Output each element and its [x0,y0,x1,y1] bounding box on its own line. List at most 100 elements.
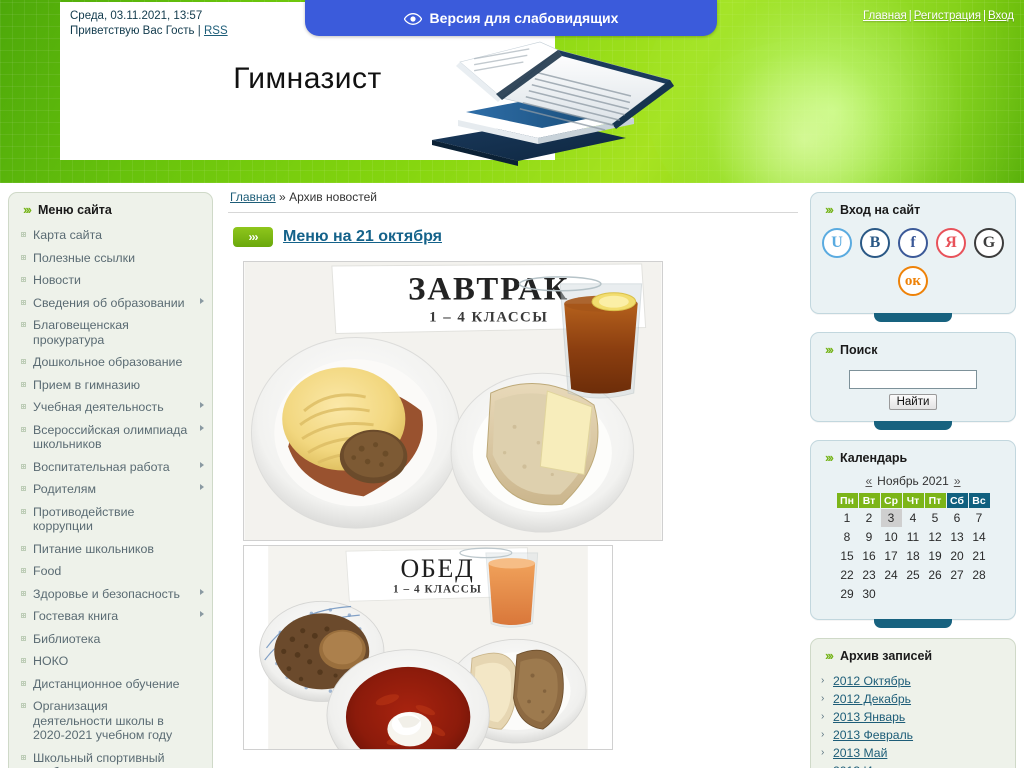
post-header: ››› Меню на 21 октября [225,227,800,261]
sidebar-item-label: Сведения об образовании [33,295,185,310]
facebook-icon[interactable]: f [898,228,928,258]
block-title-label: Календарь [840,450,908,465]
sidebar-item-10[interactable]: Воспитательная работа [17,456,206,479]
calendar-prev-button[interactable]: « [865,474,872,488]
greeting-prefix: Приветствую Вас [70,25,163,37]
calendar-day-1[interactable]: 1 [837,509,858,527]
calendar-day-23[interactable]: 23 [859,566,880,584]
search-input[interactable] [849,370,977,389]
calendar-day-30[interactable]: 30 [859,585,880,603]
calendar-day-7[interactable]: 7 [969,509,990,527]
archive-item-link[interactable]: 2013 Май [833,746,887,760]
nav-link-register[interactable]: Регистрация [914,10,981,22]
archive-item-link[interactable]: 2013 Июль [833,764,895,768]
calendar-day-22[interactable]: 22 [837,566,858,584]
calendar-day-15[interactable]: 15 [837,547,858,565]
sidebar-item-15[interactable]: Здоровье и безопасность [17,583,206,606]
sidebar-item-18[interactable]: НОКО [17,650,206,673]
block-login: ››› Вход на сайт U B f Я G ок [810,192,1016,322]
social-login-row-1: U B f Я G [811,224,1015,258]
calendar-next-button[interactable]: » [954,474,961,488]
rss-link[interactable]: RSS [204,25,228,37]
breadcrumb-current: Архив новостей [289,190,377,204]
sidebar-item-label: Противодействие коррупции [33,504,135,534]
sidebar-item-1[interactable]: Карта сайта [17,224,206,247]
yandex-icon[interactable]: Я [936,228,966,258]
sidebar-item-3[interactable]: Новости [17,269,206,292]
calendar-day-20[interactable]: 20 [947,547,968,565]
calendar-day-6[interactable]: 6 [947,509,968,527]
sidebar-item-11[interactable]: Родителям [17,478,206,501]
content-divider [228,212,798,213]
sidebar-item-19[interactable]: Дистанционное обучение [17,673,206,696]
odnoklassniki-icon[interactable]: ок [898,266,928,296]
calendar-day-29[interactable]: 29 [837,585,858,603]
uid-icon[interactable]: U [822,228,852,258]
archive-item-link[interactable]: 2013 Январь [833,710,905,724]
sidebar-item-20[interactable]: Организация деятельности школы в 2020-20… [17,695,206,747]
post-photo-lunch[interactable]: ОБЕД 1 – 4 КЛАССЫ [243,545,613,750]
calendar-day-11[interactable]: 11 [903,528,924,546]
sidebar-item-6[interactable]: Дошкольное образование [17,351,206,374]
calendar-day-24[interactable]: 24 [881,566,902,584]
calendar-day-10[interactable]: 10 [881,528,902,546]
sidebar-item-9[interactable]: Всероссийская олимпиада школьников [17,419,206,456]
sidebar-item-2[interactable]: Полезные ссылки [17,247,206,270]
block-title-label: Меню сайта [38,202,112,217]
bullet-icon [21,359,26,364]
calendar-day-4[interactable]: 4 [903,509,924,527]
sidebar-item-4[interactable]: Сведения об образовании [17,292,206,315]
main-content: Главная » Архив новостей ››› Меню на 21 … [225,185,800,750]
calendar-day-27[interactable]: 27 [947,566,968,584]
sidebar-item-17[interactable]: Библиотека [17,628,206,651]
block-bottom-tab-decoration [874,421,952,430]
calendar-day-25[interactable]: 25 [903,566,924,584]
bullet-icon [21,404,26,409]
calendar-day-12[interactable]: 12 [925,528,946,546]
calendar-day-3[interactable]: 3 [880,509,902,527]
calendar-day-8[interactable]: 8 [837,528,858,546]
sidebar-item-label: Прием в гимназию [33,377,141,392]
breadcrumb-home-link[interactable]: Главная [230,190,276,204]
bullet-icon [21,680,26,686]
current-datetime: Среда, 03.11.2021, 13:57 [70,10,203,22]
chevron-right-icon: › [821,747,825,758]
archive-item-link[interactable]: 2012 Декабрь [833,692,911,706]
post-title-link[interactable]: Меню на 21 октября [283,228,442,246]
header-nav-links: Главная | Регистрация | Вход [863,10,1014,22]
chevrons-icon: ››› [825,342,834,357]
sidebar-item-12[interactable]: Противодействие коррупции [17,501,206,538]
sidebar-item-5[interactable]: Благовещенская прокуратура [17,314,206,351]
sidebar-item-14[interactable]: Food [17,560,206,583]
sidebar-item-8[interactable]: Учебная деятельность [17,396,206,419]
chevron-right-icon: › [821,693,825,704]
sidebar-item-16[interactable]: Гостевая книга [17,605,206,628]
nav-link-home[interactable]: Главная [863,10,907,22]
calendar-day-14[interactable]: 14 [969,528,990,546]
calendar-day-2[interactable]: 2 [859,509,880,527]
post-photo-breakfast[interactable]: ЗАВТРАК 1 – 4 КЛАССЫ [243,261,663,541]
calendar-day-9[interactable]: 9 [859,528,880,546]
calendar-day-13[interactable]: 13 [947,528,968,546]
vk-icon[interactable]: B [860,228,890,258]
bullet-icon [21,232,26,237]
calendar-day-21[interactable]: 21 [969,547,990,565]
sidebar-item-21[interactable]: Школьный спортивный клуб [17,747,206,768]
calendar-day-28[interactable]: 28 [969,566,990,584]
calendar-day-17[interactable]: 17 [881,547,902,565]
search-submit-button[interactable]: Найти [888,394,938,410]
archive-item-link[interactable]: 2013 Февраль [833,728,913,742]
sidebar-item-13[interactable]: Питание школьников [17,538,206,561]
sidebar-item-7[interactable]: Прием в гимназию [17,374,206,397]
accessibility-version-button[interactable]: Версия для слабовидящих [305,0,717,36]
calendar-day-16[interactable]: 16 [859,547,880,565]
chevrons-icon: ››› [825,648,834,663]
calendar-day-5[interactable]: 5 [925,509,946,527]
calendar-day-19[interactable]: 19 [925,547,946,565]
calendar-day-26[interactable]: 26 [925,566,946,584]
google-icon[interactable]: G [974,228,1004,258]
archive-list: › 2012 Октябрь › 2012 Декабрь › 2013 Январь › 2… [811,670,1015,768]
calendar-day-18[interactable]: 18 [903,547,924,565]
nav-link-login[interactable]: Вход [988,10,1014,22]
archive-item-link[interactable]: 2012 Октябрь [833,674,911,688]
